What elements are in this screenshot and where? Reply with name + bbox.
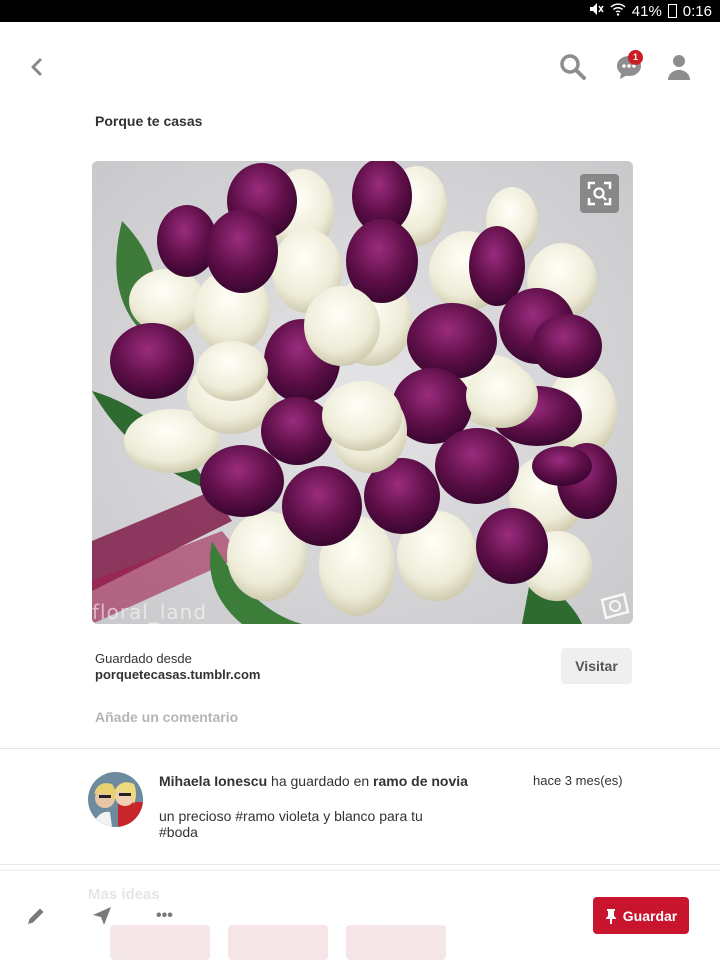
board-title[interactable]: Porque te casas [95, 113, 202, 129]
battery-percent: 41% [631, 2, 662, 20]
pin-icon [605, 908, 616, 924]
avatar[interactable] [88, 772, 143, 827]
send-button[interactable] [90, 904, 114, 928]
wifi-icon [610, 2, 626, 20]
save-button[interactable]: Guardar [593, 897, 689, 934]
profile-button[interactable] [664, 52, 694, 82]
activity-board[interactable]: ramo de novia [373, 773, 468, 789]
activity-summary: Mihaela Ionescu ha guardado en ramo de n… [159, 773, 479, 790]
back-button[interactable] [24, 54, 50, 80]
more-options-button[interactable]: ••• [156, 904, 186, 928]
tulip-bouquet-image [92, 161, 633, 624]
activity-timestamp: hace 3 mes(es) [533, 773, 623, 788]
notification-badge: 1 [628, 50, 643, 65]
pencil-icon [28, 908, 44, 924]
edit-button[interactable] [24, 904, 48, 928]
chevron-left-icon [31, 58, 42, 76]
mute-icon [588, 2, 604, 20]
clock: 0:16 [682, 2, 712, 20]
visual-search-button[interactable] [580, 174, 619, 213]
watermark-badge-icon [598, 590, 632, 620]
comment-input[interactable]: Añade un comentario [95, 709, 238, 725]
source-link[interactable]: porquetecasas.tumblr.com [95, 667, 260, 682]
visit-button[interactable]: Visitar [561, 648, 632, 684]
image-watermark: floral_land [92, 600, 208, 624]
divider [0, 748, 720, 749]
activity-description: un precioso #ramo violeta y blanco para … [159, 808, 423, 840]
faded-thumbnails [110, 925, 446, 960]
search-button[interactable] [558, 52, 588, 82]
save-button-label: Guardar [622, 907, 678, 924]
faded-more-ideas: Mas ideas [88, 886, 160, 903]
saved-from-label: Guardado desde [95, 651, 192, 666]
status-bar: 41% 0:16 [0, 0, 720, 22]
pin-image[interactable] [92, 161, 633, 624]
top-nav [0, 22, 720, 112]
user-icon [668, 55, 690, 80]
lens-icon [587, 181, 612, 206]
activity-user[interactable]: Mihaela Ionescu [159, 773, 267, 789]
send-icon [93, 907, 111, 925]
divider [0, 864, 720, 865]
search-icon [560, 54, 586, 80]
battery-icon [667, 4, 677, 18]
activity-action: ha guardado en [271, 773, 370, 789]
